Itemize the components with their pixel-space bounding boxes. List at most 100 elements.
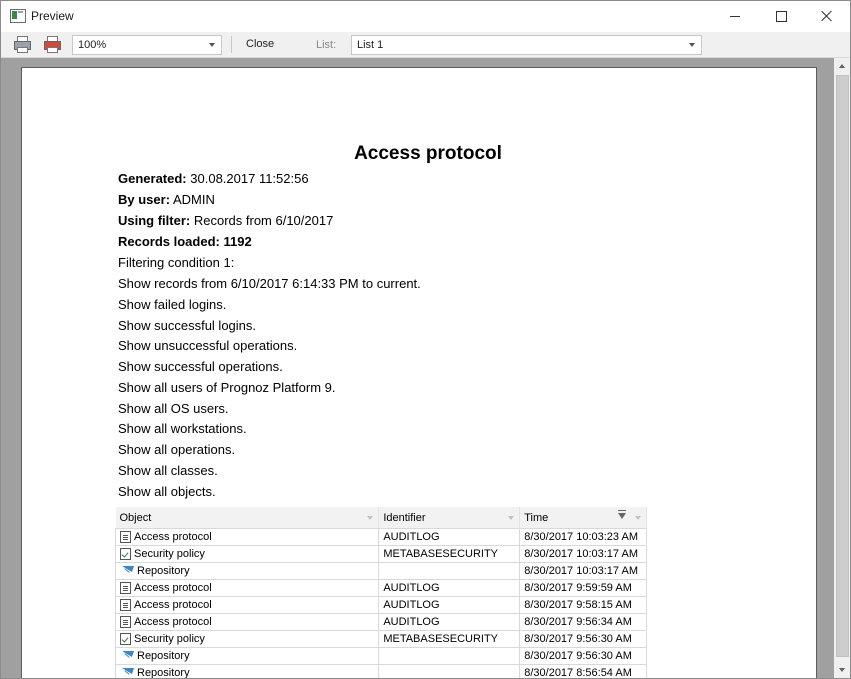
filter-condition-line: Show all users of Prognoz Platform 9.	[118, 380, 336, 395]
scroll-thumb[interactable]	[836, 75, 849, 657]
filter-icon[interactable]	[618, 510, 626, 519]
window-title: Preview	[31, 9, 74, 23]
print-icon[interactable]	[14, 36, 31, 53]
column-header-object[interactable]: Object	[115, 507, 380, 529]
object-cell: Security policy	[114, 630, 380, 648]
filter-label: Using filter:	[118, 213, 191, 228]
chevron-down-icon	[689, 43, 695, 47]
filter-condition-line: Show all classes.	[118, 463, 218, 478]
column-label: Time	[524, 511, 549, 524]
audit-table: Object Identifier Time Access protocol A…	[114, 507, 647, 678]
maximize-button[interactable]	[758, 1, 804, 31]
vertical-scrollbar[interactable]	[834, 58, 850, 678]
time-cell: 8/30/2017 10:03:17 AM	[519, 545, 647, 563]
document-icon	[120, 531, 131, 543]
repository-icon	[120, 565, 134, 577]
repository-icon	[120, 650, 134, 662]
object-name: Repository	[137, 650, 190, 662]
object-name: Security policy	[134, 548, 205, 560]
object-cell: Access protocol	[114, 596, 380, 614]
identifier-cell	[378, 664, 521, 678]
close-button[interactable]: Close	[239, 35, 281, 53]
object-cell: Repository	[114, 647, 380, 665]
time-cell: 8/30/2017 9:56:30 AM	[519, 647, 647, 665]
filter-value: Records from 6/10/2017	[193, 213, 334, 228]
table-row[interactable]: Security policy METABASESECURITY 8/30/20…	[114, 545, 647, 563]
filter-condition-line: Show successful operations.	[118, 359, 283, 374]
column-label: Identifier	[383, 511, 426, 524]
document-icon	[120, 616, 131, 628]
identifier-cell: AUDITLOG	[378, 613, 521, 631]
records-value: 1192	[223, 234, 252, 249]
chevron-down-icon	[209, 43, 215, 47]
generated-label: Generated:	[118, 171, 187, 186]
identifier-cell: AUDITLOG	[378, 528, 521, 546]
quick-print-icon[interactable]	[44, 36, 61, 53]
scroll-down-icon[interactable]	[834, 662, 850, 678]
maximize-icon	[775, 10, 787, 22]
report-page: Access protocol Generated: 30.08.2017 11…	[21, 67, 817, 678]
table-row[interactable]: Access protocol AUDITLOG 8/30/2017 9:56:…	[114, 613, 647, 631]
table-row[interactable]: Security policy METABASESECURITY 8/30/20…	[114, 630, 647, 648]
identifier-cell: AUDITLOG	[378, 579, 521, 597]
zoom-value: 100%	[78, 39, 107, 51]
user-value: ADMIN	[172, 192, 215, 207]
column-header-time[interactable]: Time	[519, 507, 647, 529]
object-name: Access protocol	[134, 616, 212, 628]
object-name: Repository	[137, 565, 190, 577]
scroll-up-icon[interactable]	[834, 58, 850, 74]
list-label: List:	[316, 39, 337, 51]
records-label: Records loaded:	[118, 234, 220, 249]
generated-line: Generated: 30.08.2017 11:52:56	[118, 171, 309, 186]
preview-viewport[interactable]: Access protocol Generated: 30.08.2017 11…	[1, 58, 834, 678]
table-row[interactable]: Repository 8/30/2017 8:56:54 AM	[114, 664, 647, 678]
object-cell: Access protocol	[114, 613, 380, 631]
preview-window: Preview 100% Close List: List 1 Access p…	[0, 0, 851, 679]
close-icon	[821, 10, 833, 22]
table-row[interactable]: Repository 8/30/2017 9:56:30 AM	[114, 647, 647, 665]
object-cell: Security policy	[114, 545, 380, 563]
time-cell: 8/30/2017 8:56:54 AM	[519, 664, 647, 678]
filter-condition-line: Show successful logins.	[118, 318, 257, 333]
object-cell: Access protocol	[114, 579, 380, 597]
column-header-identifier[interactable]: Identifier	[378, 507, 521, 529]
table-row[interactable]: Access protocol AUDITLOG 8/30/2017 9:58:…	[114, 596, 647, 614]
records-line: Records loaded: 1192	[118, 234, 252, 249]
filter-condition-line: Show unsuccessful operations.	[118, 338, 298, 353]
filter-condition-line: Show all operations.	[118, 442, 236, 457]
filter-condition-line: Show all OS users.	[118, 401, 229, 416]
document-icon	[120, 599, 131, 611]
app-icon	[10, 9, 26, 23]
object-cell: Access protocol	[114, 528, 380, 546]
time-cell: 8/30/2017 9:56:30 AM	[519, 630, 647, 648]
table-row[interactable]: Access protocol AUDITLOG 8/30/2017 9:59:…	[114, 579, 647, 597]
object-name: Access protocol	[134, 599, 212, 611]
toolbar: 100% Close List: List 1	[1, 32, 850, 58]
report-title: Access protocol	[354, 143, 502, 164]
minimize-button[interactable]	[712, 1, 758, 31]
object-name: Repository	[137, 667, 190, 678]
object-cell: Repository	[114, 664, 380, 678]
filter-condition-line: Show records from 6/10/2017 6:14:33 PM t…	[118, 276, 421, 291]
table-row[interactable]: Access protocol AUDITLOG 8/30/2017 10:03…	[114, 528, 647, 546]
table-header-row: Object Identifier Time	[115, 507, 647, 529]
generated-value: 30.08.2017 11:52:56	[190, 171, 309, 186]
identifier-cell: METABASESECURITY	[378, 630, 521, 648]
filter-condition-line: Show all objects.	[118, 484, 216, 499]
repository-icon	[120, 667, 134, 678]
minimize-icon	[730, 15, 740, 17]
object-name: Access protocol	[134, 582, 212, 594]
list-value: List 1	[357, 39, 384, 51]
object-cell: Repository	[114, 562, 380, 580]
zoom-select[interactable]: 100%	[72, 35, 222, 55]
filter-condition-line: Filtering condition 1:	[118, 255, 235, 270]
time-cell: 8/30/2017 10:03:17 AM	[519, 562, 647, 580]
identifier-cell	[378, 647, 521, 665]
table-row[interactable]: Repository 8/30/2017 10:03:17 AM	[114, 562, 647, 580]
time-cell: 8/30/2017 9:56:34 AM	[519, 613, 647, 631]
sort-arrow-icon	[508, 516, 515, 520]
list-select[interactable]: List 1	[351, 35, 702, 55]
column-label: Object	[119, 511, 152, 524]
close-window-button[interactable]	[804, 1, 850, 31]
time-cell: 8/30/2017 10:03:23 AM	[519, 528, 647, 546]
